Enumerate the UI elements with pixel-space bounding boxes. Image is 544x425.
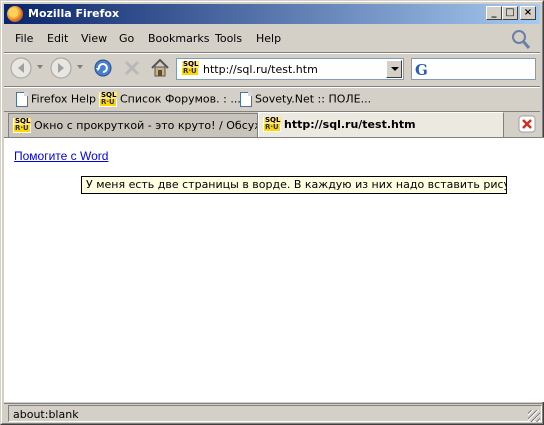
- url-bar[interactable]: SQL R·U http://sql.ru/test.htm: [176, 58, 404, 80]
- menu-go[interactable]: Go: [119, 32, 134, 45]
- menu-view[interactable]: View: [81, 32, 107, 45]
- bookmark-label: Sovety.Net :: ПОЛЕ...: [255, 92, 372, 106]
- page-content: Помогите с Word У меня есть две страницы…: [4, 137, 544, 402]
- title-bar[interactable]: Mozilla Firefox _ □ ×: [4, 4, 540, 24]
- tab-scroll-window[interactable]: SQL R·U Окно с прокруткой - это круто! / …: [8, 113, 258, 137]
- bookmark-sql-forums[interactable]: SQL R·U Список Форумов. : ...: [99, 92, 241, 107]
- bookmark-label: Firefox Help: [31, 92, 96, 106]
- window-title: Mozilla Firefox: [28, 7, 120, 20]
- back-dropdown-icon[interactable]: [37, 65, 43, 69]
- bookmark-sovety-net[interactable]: Sovety.Net :: ПОЛЕ...: [240, 92, 371, 107]
- tab-strip: SQL R·U Окно с прокруткой - это круто! / …: [4, 111, 540, 138]
- bookmark-firefox-help[interactable]: Firefox Help: [16, 92, 96, 107]
- google-g-icon[interactable]: G: [415, 61, 428, 79]
- bookmarks-toolbar: Firefox Help SQL R·U Список Форумов. : ...…: [4, 86, 540, 110]
- sql-ru-icon: SQL R·U: [263, 116, 282, 132]
- sql-ru-icon: SQL R·U: [99, 91, 118, 107]
- close-tab-icon[interactable]: [518, 115, 536, 133]
- minimize-button[interactable]: _: [486, 6, 502, 20]
- resize-grip-icon[interactable]: [528, 410, 540, 422]
- link-tooltip: У меня есть две страницы в ворде. В кажд…: [81, 176, 507, 194]
- sql-ru-favicon-icon: SQL R·U: [181, 60, 200, 76]
- forward-dropdown-icon[interactable]: [77, 65, 83, 69]
- page-icon: [16, 92, 28, 107]
- close-window-button[interactable]: ×: [520, 6, 536, 20]
- throbber-icon: [512, 30, 531, 49]
- menu-edit[interactable]: Edit: [47, 32, 68, 45]
- window-frame: Mozilla Firefox _ □ × File Edit View Go …: [1, 1, 544, 424]
- page-icon: [240, 92, 252, 107]
- tab-test-htm[interactable]: SQL R·U http://sql.ru/test.htm: [258, 112, 504, 138]
- menu-bar: File Edit View Go Bookmarks Tools Help: [4, 28, 540, 50]
- reload-icon[interactable]: [92, 57, 114, 79]
- url-input[interactable]: http://sql.ru/test.htm: [203, 63, 318, 76]
- back-button-icon[interactable]: [10, 57, 32, 79]
- browser-window: Mozilla Firefox _ □ × File Edit View Go …: [0, 0, 544, 425]
- search-bar[interactable]: G: [411, 58, 536, 80]
- menu-file[interactable]: File: [15, 32, 33, 45]
- status-bar: about:blank: [4, 403, 542, 423]
- bookmark-label: Список Форумов. : ...: [120, 92, 241, 106]
- home-icon[interactable]: [149, 57, 171, 79]
- menu-bookmarks[interactable]: Bookmarks: [148, 32, 209, 45]
- url-history-dropdown-button[interactable]: [386, 60, 402, 78]
- sql-ru-icon: SQL R·U: [13, 117, 32, 133]
- menu-help[interactable]: Help: [256, 32, 281, 45]
- stop-icon[interactable]: [121, 57, 143, 79]
- navigation-toolbar: SQL R·U http://sql.ru/test.htm G: [4, 52, 540, 84]
- menu-tools[interactable]: Tools: [215, 32, 242, 45]
- forward-button-icon[interactable]: [50, 57, 72, 79]
- tab-label: Окно с прокруткой - это круто! / Обсуж..…: [34, 119, 258, 132]
- maximize-button[interactable]: □: [502, 6, 518, 20]
- tab-label: http://sql.ru/test.htm: [284, 118, 416, 131]
- status-text: about:blank: [8, 405, 542, 422]
- help-with-word-link[interactable]: Помогите с Word: [14, 149, 108, 163]
- firefox-logo-icon: [7, 6, 23, 22]
